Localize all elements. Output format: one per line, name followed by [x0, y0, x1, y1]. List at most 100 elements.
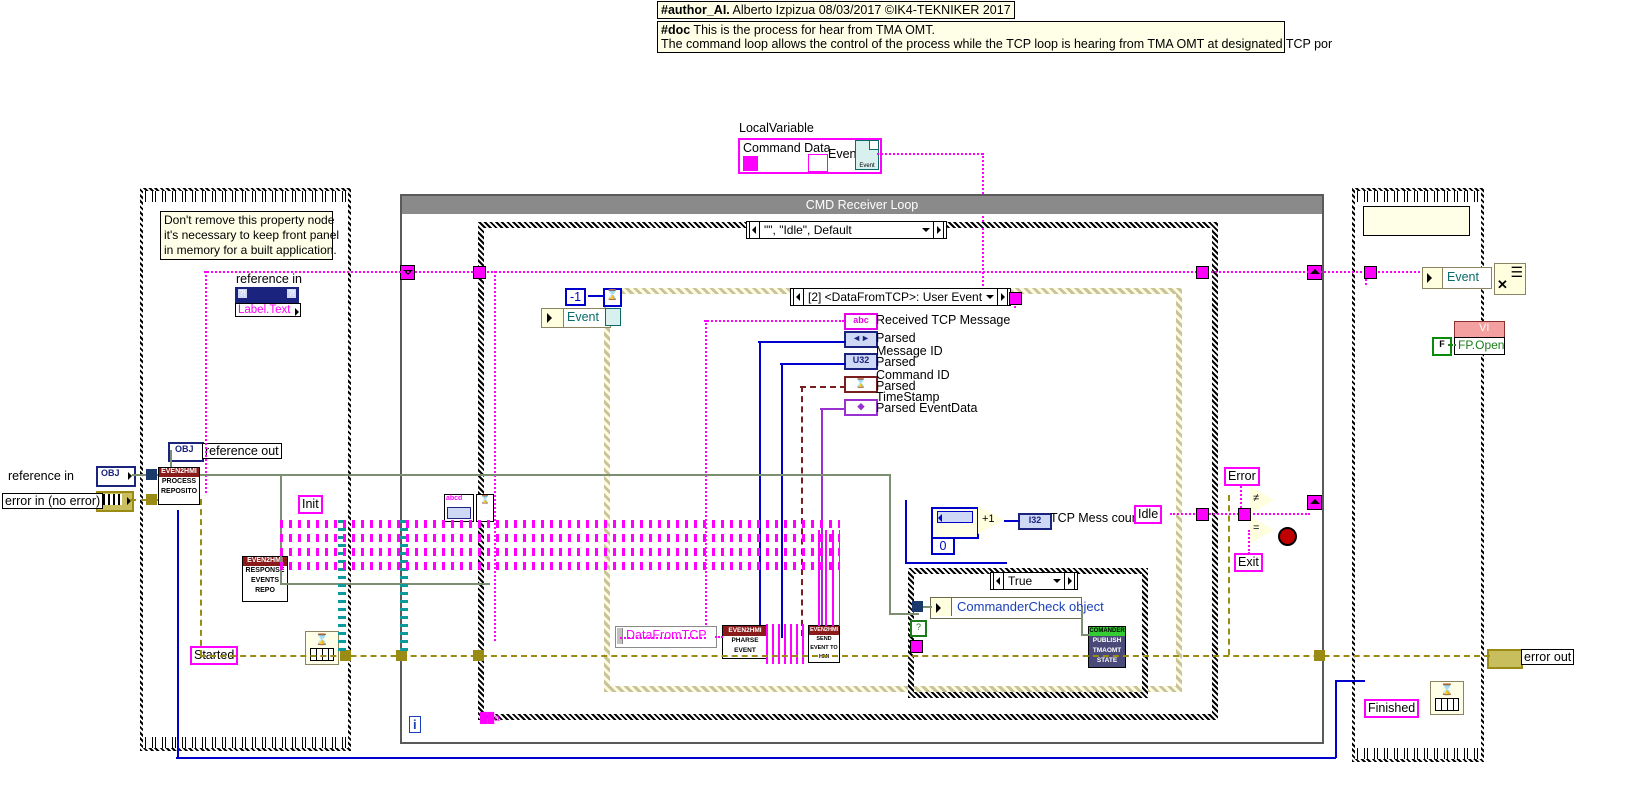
process-repository-subvi[interactable]: EVEN2HMI PROCESS REPOSITO [158, 467, 200, 505]
reference-in-control-terminal[interactable]: OBJ [96, 466, 136, 487]
wire-timestamp-h [820, 408, 846, 410]
case-prev-arrow[interactable] [749, 221, 760, 239]
init-constant[interactable]: Init [298, 495, 323, 514]
string-to-enum-node[interactable]: abcd [444, 494, 474, 522]
wire-msgid-v [781, 363, 783, 638]
publish-line-1: PUBLISH [1092, 637, 1122, 644]
event-case-selector[interactable]: [2] <DataFromTCP>: User Event [790, 288, 1011, 306]
outer-case-selector[interactable]: "", "Idle", Default [746, 221, 947, 239]
arrow-right-icon [1427, 273, 1432, 283]
pharse-icon-top: EVEN2HMI [723, 626, 767, 636]
abc-glyph: abcd [446, 495, 463, 502]
author-text: Alberto Izpizua 08/03/2017 ©IK4-TEKNIKER… [729, 3, 1011, 17]
shift-register-right-2[interactable] [1307, 495, 1322, 510]
event-output-type-2: U32 [844, 353, 878, 370]
reference-in-label: reference in [8, 469, 75, 483]
wire-cmdid-h [800, 386, 846, 388]
wire-commander-out-v [1081, 607, 1083, 635]
event-ref-box[interactable]: Event [1442, 267, 1492, 289]
tunnel-case-top [473, 266, 486, 279]
publish-icon-top: COMANDER [1089, 627, 1125, 636]
wire-blue-right-v [1335, 680, 1337, 758]
chevron-down-icon[interactable] [922, 228, 930, 232]
not-equal-glyph: ≠ [1253, 492, 1260, 504]
timeout-constant[interactable]: -1 [565, 288, 587, 306]
enum-wait-node[interactable]: ⌛ [476, 494, 494, 522]
wire-event-bottom [620, 637, 706, 639]
loop-iteration-terminal: i [409, 716, 421, 733]
property-node-label-text[interactable]: Label.Text [235, 303, 301, 317]
finished-publish-node[interactable]: ⌛ [1430, 681, 1464, 715]
property-node-note: Don't remove this property node it's nec… [160, 211, 340, 260]
started-publish-node[interactable]: ⌛ [305, 631, 339, 665]
wire-error-down [1240, 486, 1242, 508]
error-constant[interactable]: Error [1224, 467, 1260, 486]
finished-constant[interactable]: Finished [1364, 699, 1420, 718]
send-event-to-hmi-subvi[interactable]: EVEN2HMI SEND EVENT TO HMI [808, 625, 840, 663]
stop-boolean[interactable] [1278, 527, 1297, 546]
inner-case-next-arrow[interactable] [1064, 572, 1075, 590]
refnum-glyph-right: ?! [287, 289, 296, 298]
obj-glyph-out: OBJ [175, 444, 194, 454]
event-in-box[interactable]: Event [563, 308, 611, 328]
event-prev-arrow[interactable] [793, 288, 804, 306]
inner-case-prev-arrow[interactable] [993, 572, 1004, 590]
finished-hourglass-icon: ⌛ [1440, 684, 1454, 696]
right-subpanel-top-dots [1355, 191, 1481, 202]
error-out-terminal[interactable] [1487, 649, 1523, 669]
increment-label: +1 [982, 513, 995, 525]
error-cluster-glyph [100, 494, 122, 505]
event-chevron-down-icon[interactable] [986, 295, 994, 299]
event-in-terminal[interactable] [1422, 267, 1444, 289]
reference-out-label: reference out [202, 443, 282, 459]
wire-bus-right-h [1320, 271, 1366, 273]
doc-line-2: The command loop allows the control of t… [661, 37, 1333, 51]
left-subpanel-top-dots [143, 191, 348, 202]
reference-out-terminal[interactable]: OBJ [168, 442, 204, 462]
event-reg-terminal [605, 308, 621, 326]
commander-check-node[interactable]: CommanderCheck object [930, 597, 1104, 619]
destroy-user-event-icon[interactable]: ✕ ☰ [1494, 263, 1526, 295]
note-line-2: it's necessary to keep front panel [164, 228, 340, 242]
event-in-label: Event [567, 310, 599, 324]
inner-chevron-down-icon[interactable] [1053, 579, 1061, 583]
local-variable-caption: LocalVariable [739, 121, 814, 135]
user-event-icon-text: Event [859, 163, 875, 169]
wire-obj-bus-2 [889, 613, 919, 615]
tunnel-right-panel [1364, 266, 1377, 279]
send-line-2: EVENT TO [810, 645, 838, 651]
tcp-counter-indicator[interactable]: I32 [1018, 513, 1052, 530]
wire-bundle-mid-run-4 [280, 562, 840, 570]
event-next-arrow[interactable] [997, 288, 1008, 306]
wire-bundle-pharse-send [766, 624, 808, 664]
feedback-node[interactable] [931, 507, 979, 539]
fp-open-label: FP.Open [1458, 338, 1505, 352]
wire-err-bottom [200, 655, 1490, 657]
inner-case-bool-tunnel: ? [910, 620, 927, 637]
error-out-label: error out [1521, 649, 1575, 665]
fp-open-property[interactable]: FP.Open [1454, 337, 1505, 355]
wire-bundle-mid-run-2 [280, 534, 840, 542]
commander-check-arrow [936, 603, 941, 613]
wire-bundle-right [818, 530, 840, 626]
outer-case-selector-label: "", "Idle", Default [764, 223, 852, 237]
inner-case-selector[interactable]: True [990, 572, 1078, 590]
publish-state-subvi[interactable]: COMANDER PUBLISH TMAOMT STATE [1088, 626, 1126, 668]
event-in-node[interactable] [541, 308, 565, 328]
wire-bundle-mid-run [280, 520, 840, 528]
response-repo-line-3: REPO [255, 587, 275, 594]
author-tag: #author_AI. [661, 3, 730, 17]
event-net-glyph: ☰ [1510, 264, 1523, 280]
data-from-tcp-label: DataFromTCP [626, 628, 707, 642]
feedback-initializer[interactable]: 0 [931, 537, 955, 555]
exit-constant[interactable]: Exit [1234, 553, 1263, 572]
fp-open-constant[interactable]: F [1432, 337, 1452, 356]
idle-constant[interactable]: Idle [1134, 505, 1163, 524]
equal-glyph: = [1253, 522, 1260, 534]
case-next-arrow[interactable] [933, 221, 944, 239]
doc-tag: #doc [661, 23, 691, 37]
wire-timeout [588, 295, 604, 297]
started-hourglass-icon: ⌛ [315, 634, 329, 646]
inner-case-pink-tunnel [910, 640, 923, 653]
pharse-event-subvi[interactable]: EVEN2HMI PHARSE EVENT [722, 625, 768, 659]
